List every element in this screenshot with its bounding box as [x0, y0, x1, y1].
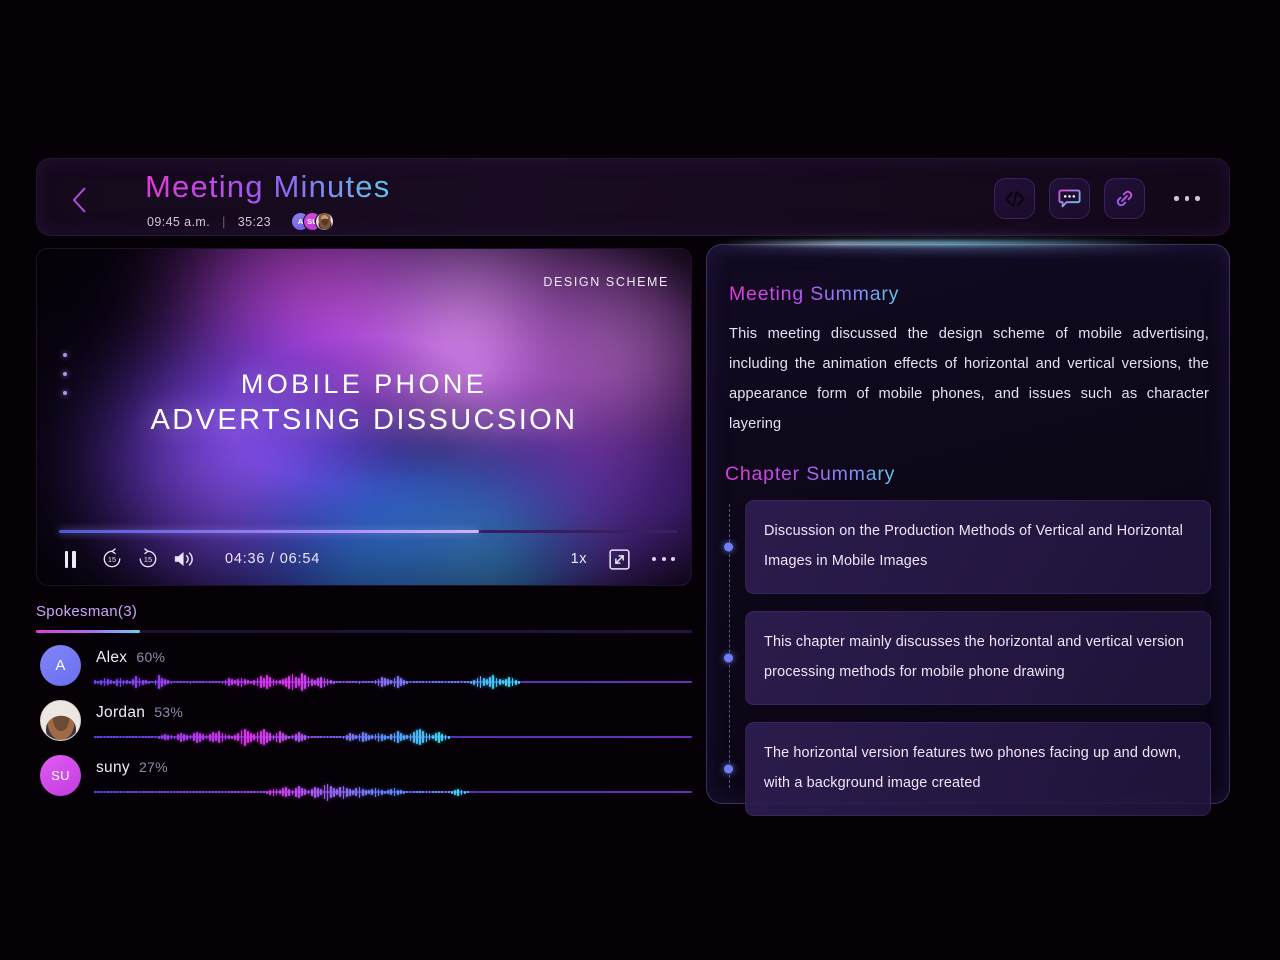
speaker-name: suny27% [96, 759, 168, 777]
page-title: Meeting Minutes [145, 169, 390, 205]
design-scheme-label: DESIGN SCHEME [543, 275, 669, 289]
dot [1174, 196, 1179, 201]
svg-text:15: 15 [108, 555, 116, 564]
video-title-line1: MOBILE PHONE [37, 367, 691, 402]
link-icon [1113, 187, 1136, 210]
chapter-dot [724, 765, 733, 774]
video-title: MOBILE PHONE ADVERTSING DISSUCSION [37, 367, 691, 439]
pause-button[interactable] [57, 546, 83, 572]
participant-avatars[interactable]: A SU [291, 212, 341, 231]
chapter-item[interactable]: This chapter mainly discusses the horizo… [729, 611, 1211, 705]
meeting-summary-title: Meeting Summary [729, 283, 899, 306]
speaker-list: A Alex60% Jordan53% SU suny27% [36, 641, 696, 806]
header-meta: 09:45 a.m. | 35:23 A SU [147, 212, 341, 231]
dot [63, 353, 67, 357]
player-controls: 15 15 04:36 / 06:54 1x [57, 541, 675, 577]
code-icon [1004, 190, 1026, 208]
speaker-row[interactable]: A Alex60% [36, 641, 696, 696]
header-actions [994, 178, 1209, 219]
dot [652, 557, 656, 561]
chapter-text: This chapter mainly discusses the horizo… [745, 611, 1211, 705]
chapter-dot [724, 543, 733, 552]
svg-text:15: 15 [144, 555, 152, 564]
time-display: 04:36 / 06:54 [225, 551, 320, 567]
fullscreen-icon [609, 549, 630, 570]
dot [671, 557, 675, 561]
chapter-text: Discussion on the Production Methods of … [745, 500, 1211, 594]
meeting-summary-body: This meeting discussed the design scheme… [729, 319, 1209, 439]
speaker-name: Alex60% [96, 649, 165, 667]
speaker-waveform [94, 726, 692, 748]
forward-15-icon: 15 [137, 548, 159, 570]
tab-underline [36, 630, 692, 633]
playback-speed-button[interactable]: 1x [571, 551, 587, 567]
video-title-line2: ADVERTSING DISSUCSION [37, 402, 691, 439]
code-button[interactable] [994, 178, 1035, 219]
speaker-row[interactable]: SU suny27% [36, 751, 696, 806]
speaker-avatar: A [40, 645, 81, 686]
spokesman-tab[interactable]: Spokesman(3) [36, 603, 692, 621]
rewind-15-button[interactable]: 15 [97, 544, 127, 574]
dot [1185, 196, 1190, 201]
speaker-row[interactable]: Jordan53% [36, 696, 696, 751]
chapter-item[interactable]: The horizontal version features two phon… [729, 722, 1211, 816]
header-bar: Meeting Minutes 09:45 a.m. | 35:23 A SU [36, 158, 1230, 236]
spokesman-tab-label: Spokesman [36, 603, 118, 620]
progress-fill [59, 530, 479, 533]
speaker-percent: 60% [136, 649, 165, 665]
video-player[interactable]: DESIGN SCHEME MOBILE PHONE ADVERTSING DI… [36, 248, 692, 586]
forward-15-button[interactable]: 15 [133, 544, 163, 574]
chapter-list: Discussion on the Production Methods of … [729, 500, 1211, 833]
chevron-left-icon [69, 185, 89, 215]
speaker-avatar: SU [40, 755, 81, 796]
chapter-text: The horizontal version features two phon… [745, 722, 1211, 816]
speaker-waveform [94, 671, 692, 693]
volume-button[interactable] [169, 544, 199, 574]
dot [662, 557, 666, 561]
spokesman-count: (3) [118, 603, 137, 620]
fullscreen-button[interactable] [609, 549, 630, 570]
speaker-name: Jordan53% [96, 704, 183, 722]
rewind-15-icon: 15 [101, 548, 123, 570]
chapter-item[interactable]: Discussion on the Production Methods of … [729, 500, 1211, 594]
volume-icon [172, 548, 196, 570]
chapter-dot [724, 654, 733, 663]
speaker-percent: 27% [139, 759, 168, 775]
progress-bar[interactable] [59, 530, 677, 533]
summary-panel: Meeting Summary This meeting discussed t… [706, 244, 1230, 804]
back-button[interactable] [61, 183, 97, 217]
comment-icon [1058, 188, 1081, 209]
speaker-waveform [94, 781, 692, 803]
meeting-duration: 35:23 [238, 215, 271, 229]
player-controls-right: 1x [571, 549, 675, 570]
meta-separator: | [222, 215, 226, 229]
avatar [315, 212, 334, 231]
link-button[interactable] [1104, 178, 1145, 219]
app-root: Meeting Minutes 09:45 a.m. | 35:23 A SU [0, 0, 1280, 960]
tab-underline-active [36, 630, 140, 633]
dot [1195, 196, 1200, 201]
meeting-time: 09:45 a.m. [147, 215, 210, 229]
player-more-button[interactable] [652, 557, 675, 561]
speaker-avatar [40, 700, 81, 741]
speaker-percent: 53% [154, 704, 183, 720]
comment-button[interactable] [1049, 178, 1090, 219]
more-button[interactable] [1165, 178, 1209, 219]
chapter-summary-title: Chapter Summary [725, 463, 895, 486]
